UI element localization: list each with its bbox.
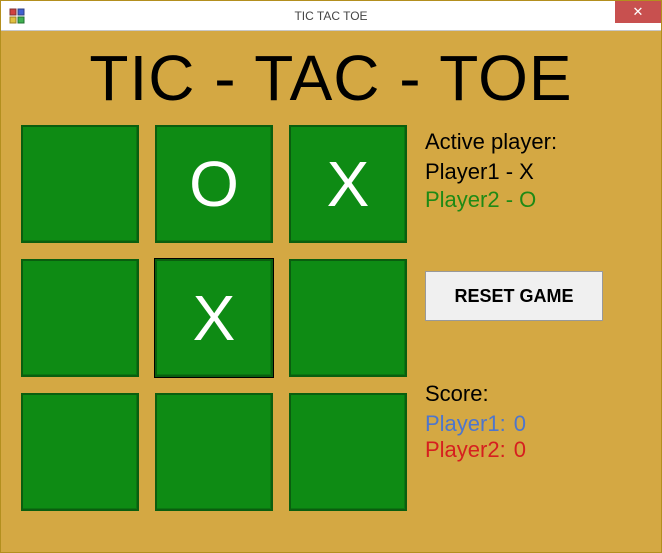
player2-score-label: Player2: (425, 437, 506, 463)
app-window: TIC TAC TOE ✕ TIC - TAC - TOE O X X Acti… (0, 0, 662, 553)
window-title: TIC TAC TOE (1, 9, 661, 23)
player2-legend: Player2 - O (425, 187, 641, 213)
player2-score-value: 0 (514, 437, 526, 463)
board-cell-8[interactable] (289, 393, 407, 511)
close-icon: ✕ (633, 4, 644, 20)
player1-score-value: 0 (514, 411, 526, 437)
reset-game-button[interactable]: RESET GAME (425, 271, 603, 321)
active-player-heading: Active player: (425, 129, 641, 155)
game-title: TIC - TAC - TOE (21, 41, 641, 115)
board-cell-1[interactable]: O (155, 125, 273, 243)
score-panel: Score: Player1: 0 Player2: 0 (425, 381, 641, 463)
player1-legend: Player1 - X (425, 159, 641, 185)
game-board: O X X (21, 125, 407, 532)
client-area: TIC - TAC - TOE O X X Active player: Pla… (1, 31, 661, 552)
titlebar: TIC TAC TOE ✕ (1, 1, 661, 31)
player1-score-row: Player1: 0 (425, 411, 641, 437)
player2-score-row: Player2: 0 (425, 437, 641, 463)
board-cell-4[interactable]: X (155, 259, 273, 377)
sidebar: Active player: Player1 - X Player2 - O R… (425, 125, 641, 532)
board-cell-2[interactable]: X (289, 125, 407, 243)
board-cell-5[interactable] (289, 259, 407, 377)
close-button[interactable]: ✕ (615, 1, 661, 23)
board-cell-6[interactable] (21, 393, 139, 511)
player1-score-label: Player1: (425, 411, 506, 437)
main-area: O X X Active player: Player1 - X Player2… (21, 125, 641, 532)
board-cell-3[interactable] (21, 259, 139, 377)
board-cell-0[interactable] (21, 125, 139, 243)
active-player-legend: Active player: Player1 - X Player2 - O (425, 129, 641, 213)
score-heading: Score: (425, 381, 641, 407)
board-cell-7[interactable] (155, 393, 273, 511)
